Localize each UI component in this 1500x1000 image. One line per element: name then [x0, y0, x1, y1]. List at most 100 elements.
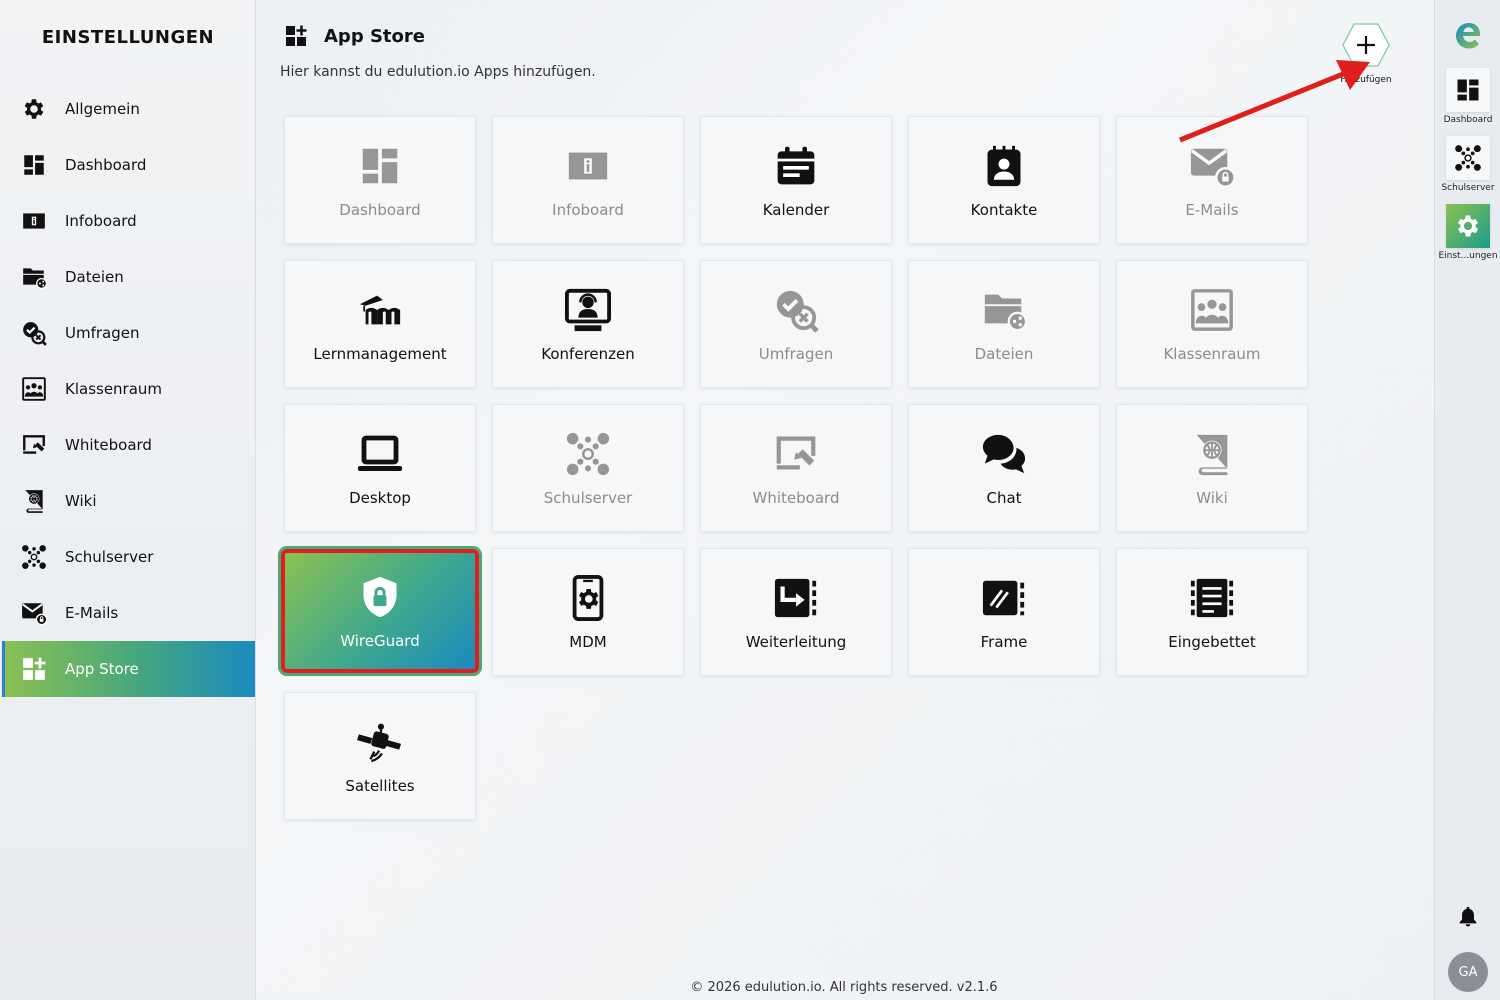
app-tile-label: Umfragen	[758, 345, 834, 363]
app-tile-label: Lernmanagement	[313, 345, 447, 363]
survey-icon	[20, 319, 48, 347]
app-tile-label: Konferenzen	[541, 345, 635, 363]
gear-icon	[1446, 204, 1490, 248]
app-tile-label: MDM	[569, 633, 607, 651]
chat-icon	[980, 430, 1028, 478]
wiki-icon	[20, 487, 48, 515]
sidebar-item-label: Wiki	[65, 492, 97, 510]
edulution-logo-icon	[1456, 23, 1480, 49]
sidebar-item-label: Dateien	[65, 268, 124, 286]
app-tile-wireguard[interactable]: WireGuard	[281, 549, 479, 673]
sidebar-item-klassenraum[interactable]: Klassenraum	[2, 361, 255, 417]
annotation-arrow	[1179, 60, 1370, 143]
gear-icon	[20, 95, 48, 123]
mail-icon	[20, 599, 48, 627]
infoboard-icon	[20, 207, 48, 235]
infoboard-icon	[564, 142, 612, 190]
sidebar-item-dateien[interactable]: Dateien	[2, 249, 255, 305]
sidebar-item-label: Whiteboard	[65, 436, 152, 454]
app-tile-label: Eingebettet	[1168, 633, 1256, 651]
sidebar-item-whiteboard[interactable]: Whiteboard	[2, 417, 255, 473]
app-tile-klassenraum[interactable]: Klassenraum	[1116, 260, 1308, 388]
sidebar-item-wiki[interactable]: Wiki	[2, 473, 255, 529]
moodle-icon	[356, 286, 404, 334]
network-icon	[1446, 136, 1490, 180]
app-tile-schulserver[interactable]: Schulserver	[492, 404, 684, 532]
app-tile-label: E-Mails	[1185, 201, 1239, 219]
dashboard-icon	[356, 142, 404, 190]
app-tile-label: Dashboard	[339, 201, 421, 219]
app-tile-whiteboard[interactable]: Whiteboard	[700, 404, 892, 532]
page-subtitle: Hier kannst du edulution.io Apps hinzufü…	[280, 64, 596, 80]
sidebar-item-dashboard[interactable]: Dashboard	[2, 137, 255, 193]
forward-icon	[772, 574, 820, 622]
footer-copyright: © 2026 edulution.io. All rights reserved…	[690, 980, 998, 995]
whiteboard-icon	[20, 431, 48, 459]
app-tile-label: Wiki	[1196, 489, 1228, 507]
sidebar-item-app-store[interactable]: App Store	[2, 641, 255, 697]
app-tile-kalender[interactable]: Kalender	[700, 116, 892, 244]
app-tile-eingebettet[interactable]: Eingebettet	[1116, 548, 1308, 676]
sidebar-item-label: E-Mails	[65, 604, 119, 622]
rail-item-label: Einst...ungen	[1438, 251, 1498, 261]
mdm-icon	[564, 574, 612, 622]
sidebar-item-infoboard[interactable]: Infoboard	[2, 193, 255, 249]
sidebar-item-label: Allgemein	[65, 100, 140, 118]
survey-icon	[772, 286, 820, 334]
app-tile-frame[interactable]: Frame	[908, 548, 1100, 676]
network-icon	[564, 430, 612, 478]
app-tile-umfragen[interactable]: Umfragen	[700, 260, 892, 388]
app-tile-konferenzen[interactable]: Konferenzen	[492, 260, 684, 388]
calendar-icon	[772, 142, 820, 190]
bell-icon[interactable]	[1457, 904, 1479, 928]
app-tile-label: Frame	[980, 633, 1028, 651]
whiteboard-icon	[772, 430, 820, 478]
sidebar-item-label: Umfragen	[65, 324, 140, 342]
sidebar-item-label: Schulserver	[65, 548, 154, 566]
rail-item-einstellungen[interactable]: Einst...ungen	[1435, 204, 1500, 261]
app-tile-label: Weiterleitung	[745, 633, 847, 651]
app-tile-weiterleitung[interactable]: Weiterleitung	[700, 548, 892, 676]
app-tile-lernmanagement[interactable]: Lernmanagement	[284, 260, 476, 388]
app-tile-wiki[interactable]: Wiki	[1116, 404, 1308, 532]
mail-icon	[1188, 142, 1236, 190]
sidebar-item-emails[interactable]: E-Mails	[2, 585, 255, 641]
app-tile-label: WireGuard	[340, 632, 420, 650]
right-app-rail: Dashboard Schulserver Einst...ungen GA	[1434, 0, 1500, 1000]
classroom-icon	[1188, 286, 1236, 334]
sidebar-item-umfragen[interactable]: Umfragen	[2, 305, 255, 361]
app-tile-infoboard[interactable]: Infoboard	[492, 116, 684, 244]
folder-share-icon	[20, 263, 48, 291]
satellite-icon	[356, 718, 404, 766]
sidebar-item-schulserver[interactable]: Schulserver	[2, 529, 255, 585]
app-tile-dateien[interactable]: Dateien	[908, 260, 1100, 388]
sidebar-item-label: App Store	[65, 660, 139, 678]
page-title: App Store	[324, 26, 425, 47]
sidebar-item-label: Dashboard	[65, 156, 147, 174]
sidebar-item-allgemein[interactable]: Allgemein	[2, 81, 255, 137]
app-tile-mdm[interactable]: MDM	[492, 548, 684, 676]
rail-item-dashboard[interactable]: Dashboard	[1435, 68, 1500, 125]
sidebar-item-label: Infoboard	[65, 212, 137, 230]
app-tile-satellites[interactable]: Satellites	[284, 692, 476, 820]
conference-icon	[564, 286, 612, 334]
rail-item-schulserver[interactable]: Schulserver	[1435, 136, 1500, 193]
app-tile-kontakte[interactable]: Kontakte	[908, 116, 1100, 244]
app-store-icon	[284, 24, 308, 48]
shield-lock-icon	[356, 573, 404, 621]
app-tile-label: Dateien	[974, 345, 1034, 363]
app-tile-dashboard[interactable]: Dashboard	[284, 116, 476, 244]
classroom-icon	[20, 375, 48, 403]
app-tile-label: Satellites	[345, 777, 415, 795]
app-tile-label: Whiteboard	[752, 489, 840, 507]
embedded-icon	[1188, 574, 1236, 622]
app-tile-desktop[interactable]: Desktop	[284, 404, 476, 532]
app-tile-chat[interactable]: Chat	[908, 404, 1100, 532]
avatar[interactable]: GA	[1448, 952, 1488, 992]
app-tile-label: Chat	[986, 489, 1022, 507]
sidebar-title: EINSTELLUNGEN	[41, 27, 215, 48]
app-store-icon	[20, 655, 48, 683]
dashboard-icon	[1446, 68, 1490, 112]
app-tile-label: Kontakte	[970, 201, 1038, 219]
app-tile-label: Infoboard	[552, 201, 624, 219]
